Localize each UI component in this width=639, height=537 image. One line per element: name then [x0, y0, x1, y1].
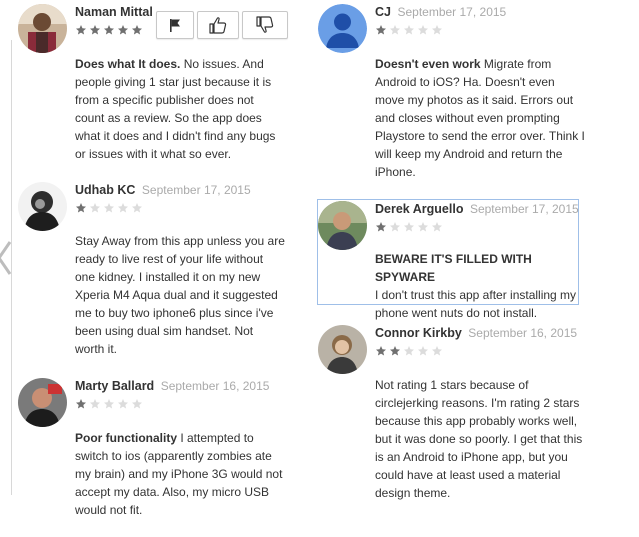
thumbs-up-icon: [209, 17, 227, 34]
star-filled-icon: [376, 346, 386, 356]
star-empty-icon: [390, 25, 400, 35]
review-text: Poor functionality I attempted to switch…: [75, 429, 285, 519]
review-body: Stay Away from this app unless you are r…: [75, 234, 285, 356]
review-author: Naman Mittal: [75, 5, 153, 19]
review-date: September 17, 2015: [397, 5, 507, 19]
flag-button[interactable]: [156, 11, 194, 39]
star-rating: [375, 24, 590, 36]
star-rating: [375, 221, 590, 233]
review-title: Does what It does.: [75, 57, 181, 71]
review-text: Not rating 1 stars because of circlejerk…: [375, 376, 585, 502]
review-author: Derek Arguello: [375, 202, 464, 216]
review-title: BEWARE IT'S FILLED WITH SPYWARE: [375, 252, 532, 284]
review-body: Not rating 1 stars because of circlejerk…: [375, 378, 583, 500]
star-filled-icon: [376, 222, 386, 232]
review-body: I don't trust this app after installing …: [375, 288, 577, 320]
flag-icon: [170, 19, 180, 32]
avatar: [18, 182, 67, 231]
review-title: Poor functionality: [75, 431, 177, 445]
star-empty-icon: [118, 203, 128, 213]
review-body: Migrate from Android to iOS? Ha. Doesn't…: [375, 57, 585, 179]
star-empty-icon: [104, 399, 114, 409]
star-empty-icon: [404, 346, 414, 356]
star-empty-icon: [390, 222, 400, 232]
star-empty-icon: [118, 399, 128, 409]
star-empty-icon: [132, 203, 142, 213]
avatar: [318, 201, 367, 250]
star-rating: [375, 345, 590, 357]
review-date: September 17, 2015: [469, 202, 579, 216]
star-empty-icon: [432, 346, 442, 356]
star-filled-icon: [118, 25, 128, 35]
chevron-left-icon[interactable]: [0, 236, 16, 280]
star-empty-icon: [404, 25, 414, 35]
avatar: [18, 4, 67, 53]
star-empty-icon: [132, 399, 142, 409]
star-filled-icon: [104, 25, 114, 35]
star-filled-icon: [76, 203, 86, 213]
avatar: [18, 378, 67, 427]
review-text: BEWARE IT'S FILLED WITH SPYWARE I don't t…: [375, 250, 585, 322]
review-body: No issues. And people giving 1 star just…: [75, 57, 276, 161]
review-title: Doesn't even work: [375, 57, 481, 71]
thumbs-up-button[interactable]: [197, 11, 239, 39]
avatar: [318, 4, 367, 53]
star-empty-icon: [432, 25, 442, 35]
star-filled-icon: [390, 346, 400, 356]
star-filled-icon: [376, 25, 386, 35]
review-date: September 16, 2015: [468, 326, 578, 340]
star-rating: [75, 398, 290, 410]
review-date: September 16, 2015: [160, 379, 270, 393]
star-empty-icon: [418, 25, 428, 35]
review-text: Doesn't even work Migrate from Android t…: [375, 55, 585, 181]
star-empty-icon: [90, 399, 100, 409]
review-author: Marty Ballard: [75, 379, 155, 393]
thumbs-down-icon: [256, 16, 274, 33]
star-empty-icon: [404, 222, 414, 232]
review-author: Connor Kirkby: [375, 326, 462, 340]
thumbs-down-button[interactable]: [242, 11, 288, 39]
star-filled-icon: [76, 25, 86, 35]
star-empty-icon: [418, 222, 428, 232]
star-empty-icon: [418, 346, 428, 356]
review-author: CJ: [375, 5, 391, 19]
star-filled-icon: [90, 25, 100, 35]
review-action-bar: [156, 11, 288, 41]
review-text: Does what It does. No issues. And people…: [75, 55, 285, 163]
star-empty-icon: [432, 222, 442, 232]
star-empty-icon: [90, 203, 100, 213]
star-empty-icon: [104, 203, 114, 213]
star-filled-icon: [132, 25, 142, 35]
review-date: September 17, 2015: [141, 183, 251, 197]
avatar: [318, 325, 367, 374]
star-filled-icon: [76, 399, 86, 409]
star-rating: [75, 202, 290, 214]
review-text: Stay Away from this app unless you are r…: [75, 232, 285, 358]
review-author: Udhab KC: [75, 183, 136, 197]
